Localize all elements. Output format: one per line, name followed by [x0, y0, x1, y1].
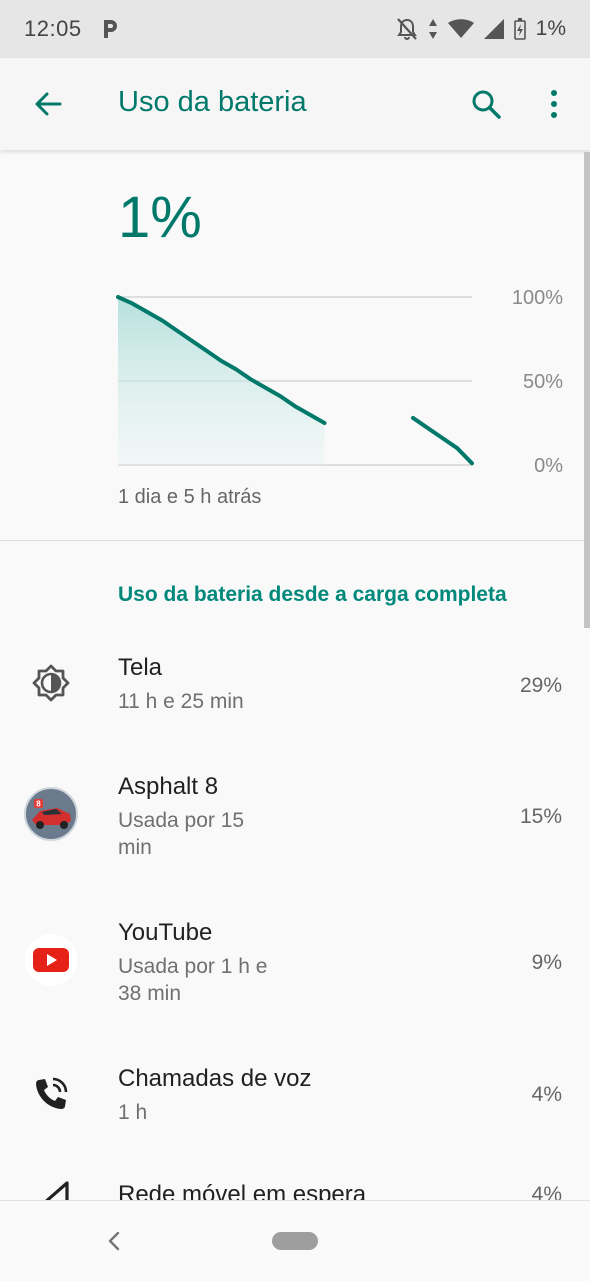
item-title: Tela	[118, 654, 163, 681]
back-arrow-icon[interactable]	[26, 82, 70, 126]
status-time: 12:05	[24, 16, 82, 41]
notifications-off-icon	[396, 18, 417, 40]
status-battery-percent: 1%	[535, 17, 566, 40]
list-item-chamadas-de-voz[interactable]: Chamadas de voz 1 h 4%	[0, 1065, 584, 1135]
item-title: Asphalt 8	[118, 773, 219, 800]
item-title: Chamadas de voz	[118, 1065, 312, 1092]
status-bar: 12:05 1%	[0, 0, 590, 58]
item-percent: 15%	[519, 805, 562, 828]
navigation-bar	[0, 1200, 590, 1281]
chart-time-label: 1 dia e 5 h atrás	[118, 486, 262, 508]
wifi-icon	[447, 19, 474, 38]
chart-series-line	[411, 415, 474, 466]
nav-home-pill[interactable]	[272, 1232, 318, 1250]
divider	[0, 540, 584, 541]
more-options-icon[interactable]	[536, 82, 572, 126]
item-percent: 4%	[531, 1183, 562, 1200]
app-bar: Uso da bateria	[0, 58, 590, 150]
youtube-app-icon	[24, 933, 78, 987]
battery-charging-icon	[513, 18, 526, 40]
item-percent: 4%	[531, 1083, 562, 1106]
chart-y-tick-label: 100%	[512, 287, 563, 309]
item-subtitle: 11 h e 25 min	[118, 690, 244, 713]
item-subtitle: Usada por 1 h e 38 min	[118, 955, 268, 1005]
list-item-rede-movel[interactable]: Rede móvel em espera 4%	[0, 1181, 584, 1200]
svg-text:8: 8	[36, 800, 41, 809]
brightness-icon	[24, 656, 78, 710]
chart-y-tick-label: 0%	[534, 455, 563, 477]
parking-app-notification-icon	[104, 20, 117, 38]
list-item-youtube[interactable]: YouTube Usada por 1 h e 38 min 9%	[0, 919, 584, 1019]
phone-call-icon	[24, 1067, 78, 1121]
data-activity-icon	[428, 19, 437, 39]
item-title: YouTube	[118, 919, 213, 946]
list-item-asphalt-8[interactable]: 8 Asphalt 8 Usada por 15 min 15%	[0, 773, 584, 873]
search-icon[interactable]	[464, 82, 508, 126]
asphalt-8-app-icon: 8	[24, 787, 78, 841]
battery-history-chart: 100% 50% 0%	[116, 287, 563, 477]
item-subtitle: Usada por 15 min	[118, 809, 245, 859]
section-header: Uso da bateria desde a carga completa	[118, 583, 507, 606]
item-percent: 29%	[519, 674, 562, 697]
scrollbar[interactable]	[584, 152, 590, 628]
item-percent: 9%	[531, 951, 562, 974]
cell-signal-status-icon	[483, 19, 504, 39]
status-icons: 1%	[396, 14, 566, 44]
page-title: Uso da bateria	[118, 86, 307, 118]
nav-back-icon[interactable]	[104, 1229, 124, 1253]
item-title: Rede móvel em espera	[118, 1181, 367, 1200]
cell-signal-icon	[24, 1181, 78, 1200]
item-subtitle: 1 h	[118, 1101, 148, 1124]
chart-y-tick-label: 50%	[523, 371, 563, 393]
battery-level: 1%	[118, 185, 202, 250]
list-item-tela[interactable]: Tela 11 h e 25 min 29%	[0, 654, 584, 724]
